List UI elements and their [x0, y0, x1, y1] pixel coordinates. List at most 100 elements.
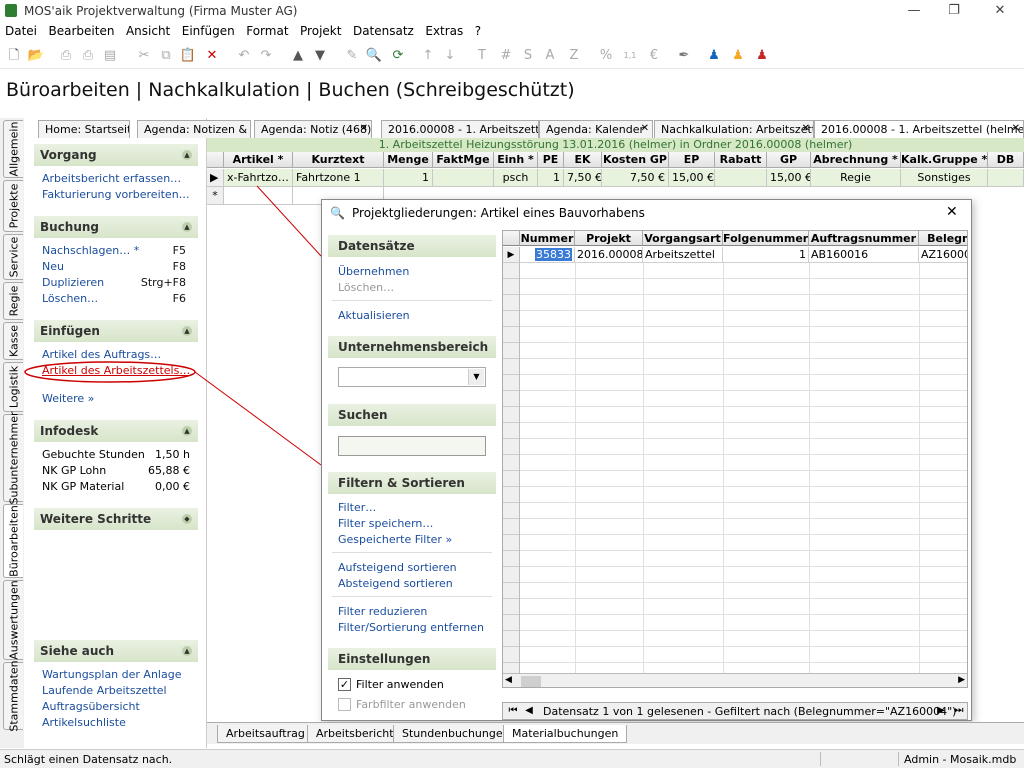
- column-header[interactable]: Abrechnung *: [811, 152, 901, 168]
- close-button[interactable]: ✕: [980, 2, 1020, 20]
- cut-icon[interactable]: ✂: [134, 46, 154, 66]
- percent-icon[interactable]: %: [596, 46, 616, 66]
- link-uebernehmen[interactable]: Übernehmen: [338, 265, 409, 278]
- section-header[interactable]: Datensätze: [328, 235, 496, 257]
- table-cell[interactable]: 15,00 €: [767, 169, 811, 187]
- table-cell[interactable]: AB160016: [809, 247, 919, 263]
- link-loeschen[interactable]: Löschen…: [42, 292, 98, 305]
- menu-datensatz[interactable]: Datensatz: [350, 22, 417, 38]
- column-header[interactable]: Nummer: [520, 231, 575, 246]
- doc-tab-arbeitszettel-1[interactable]: 2016.00008 - 1. Arbeitszettel: [381, 120, 539, 138]
- close-tab-icon[interactable]: ✕: [641, 123, 649, 134]
- horizontal-scrollbar[interactable]: ◀ ▶: [503, 673, 967, 687]
- column-header[interactable]: Projekt: [575, 231, 643, 246]
- column-header[interactable]: Kosten GP: [602, 152, 669, 168]
- doc-tab-startseite[interactable]: Home: Startseite: [38, 120, 130, 138]
- scroll-thumb[interactable]: [521, 676, 541, 687]
- menu-extras[interactable]: Extras: [422, 22, 466, 38]
- next-record-icon[interactable]: ▶: [933, 704, 949, 718]
- vtab-subunternehmer[interactable]: Subunternehmer: [3, 411, 23, 505]
- currency-icon[interactable]: €: [644, 46, 664, 66]
- previous-record-icon[interactable]: ◀: [521, 704, 537, 718]
- column-header[interactable]: Vorgangsart: [643, 231, 723, 246]
- link-aktualisieren[interactable]: Aktualisieren: [338, 309, 410, 322]
- collapse-icon[interactable]: ▲: [182, 222, 192, 232]
- link-weitere[interactable]: Weitere »: [42, 392, 94, 405]
- column-header[interactable]: Kurztext: [293, 152, 384, 168]
- table-cell[interactable]: 2016.00008: [575, 247, 643, 263]
- link-filter[interactable]: Filter…: [338, 501, 376, 514]
- column-header[interactable]: DB: [988, 152, 1024, 168]
- number-format-icon[interactable]: #: [496, 46, 516, 66]
- table-cell[interactable]: 1: [538, 169, 564, 187]
- farbfilter-checkbox[interactable]: [338, 698, 351, 711]
- link-artikel-des-auftrags[interactable]: Artikel des Auftrags…: [42, 348, 161, 361]
- column-header[interactable]: GP: [767, 152, 811, 168]
- link-filter-reduzieren[interactable]: Filter reduzieren: [338, 605, 427, 618]
- paste-icon[interactable]: 📋: [178, 46, 198, 66]
- table-cell[interactable]: [715, 169, 767, 187]
- section-header[interactable]: Filtern & Sortieren: [328, 472, 496, 494]
- table-cell[interactable]: x-Fahrtzo…: [224, 169, 293, 187]
- table-cell[interactable]: Fahrtzone 1: [293, 169, 384, 187]
- link-artikel-des-arbeitszettels[interactable]: Artikel des Arbeitszettels…: [42, 364, 190, 377]
- vtab-bueroarbeiten[interactable]: Büroarbeiten: [3, 504, 23, 578]
- link-auftragsuebersicht[interactable]: Auftragsübersicht: [42, 700, 140, 713]
- link-nachschlagen[interactable]: Nachschlagen… *: [42, 244, 139, 257]
- column-header[interactable]: Kalk.Gruppe *: [901, 152, 988, 168]
- table-cell[interactable]: AZ160004: [919, 247, 967, 263]
- table-cell[interactable]: Arbeitszettel: [643, 247, 723, 263]
- minimize-button[interactable]: —: [894, 2, 934, 20]
- vtab-projekte[interactable]: Projekte: [3, 180, 23, 232]
- sort-descending-icon[interactable]: ↓: [440, 46, 460, 66]
- vtab-kasse[interactable]: Kasse: [3, 322, 23, 360]
- menu-bearbeiten[interactable]: Bearbeiten: [46, 22, 118, 38]
- link-duplizieren[interactable]: Duplizieren: [42, 276, 104, 289]
- column-header[interactable]: PE: [538, 152, 564, 168]
- refresh-icon[interactable]: ⟳: [388, 46, 408, 66]
- previous-record-icon[interactable]: ▲: [288, 46, 308, 66]
- link-wartungsplan[interactable]: Wartungsplan der Anlage: [42, 668, 181, 681]
- decimal-icon[interactable]: 1,1: [620, 46, 640, 66]
- dialog-close-button[interactable]: ✕: [946, 204, 958, 220]
- vtab-auswertungen[interactable]: Auswertungen: [3, 580, 23, 660]
- sort-ascending-icon[interactable]: ↑: [418, 46, 438, 66]
- section-header[interactable]: Vorgang ▲: [34, 144, 198, 166]
- next-record-icon[interactable]: ▼: [310, 46, 330, 66]
- expand-icon[interactable]: ◆: [182, 514, 192, 524]
- table-cell[interactable]: 7,50 €: [602, 169, 669, 187]
- delete-icon[interactable]: ✕: [202, 46, 222, 66]
- vtab-regie[interactable]: Regie: [3, 282, 23, 320]
- link-absteigend[interactable]: Absteigend sortieren: [338, 577, 453, 590]
- redo-icon[interactable]: ↷: [256, 46, 276, 66]
- print-icon[interactable]: ⎙: [56, 46, 76, 66]
- user-red-icon[interactable]: ♟: [752, 46, 772, 66]
- tab-materialbuchungen[interactable]: Materialbuchungen: [503, 725, 628, 743]
- tools-icon[interactable]: ✒: [674, 46, 694, 66]
- column-header[interactable]: Menge: [384, 152, 433, 168]
- table-cell[interactable]: 7,50 €: [564, 169, 602, 187]
- close-tab-icon[interactable]: ✕: [360, 123, 368, 134]
- first-record-icon[interactable]: ⏮: [505, 704, 521, 718]
- doc-tab-agenda-notizen[interactable]: Agenda: Notizen & Te: [137, 120, 251, 138]
- column-header[interactable]: FaktMge: [433, 152, 494, 168]
- section-header[interactable]: Siehe auch ▲: [34, 640, 198, 662]
- link-arbeitsbericht-erfassen[interactable]: Arbeitsbericht erfassen…: [42, 172, 181, 185]
- table-cell[interactable]: [988, 169, 1024, 187]
- section-header[interactable]: Suchen: [328, 404, 496, 426]
- menu-help[interactable]: ?: [472, 22, 484, 38]
- row-selector-icon[interactable]: ▶: [207, 169, 224, 187]
- close-tab-icon[interactable]: ✕: [802, 123, 810, 134]
- link-artikelsuchliste[interactable]: Artikelsuchliste: [42, 716, 126, 729]
- vtab-logistik[interactable]: Logistik: [3, 362, 23, 412]
- link-fakturierung-vorbereiten[interactable]: Fakturierung vorbereiten…: [42, 188, 190, 201]
- section-header[interactable]: Weitere Schritte ◆: [34, 508, 198, 530]
- doc-tab-nachkalkulation[interactable]: Nachkalkulation: Arbeitszettel ✕: [654, 120, 814, 138]
- doc-tab-agenda-kalender[interactable]: Agenda: Kalender ✕: [539, 120, 653, 138]
- table-cell[interactable]: 15,00 €: [669, 169, 715, 187]
- column-header[interactable]: EK: [564, 152, 602, 168]
- text-format-icon[interactable]: T: [472, 46, 492, 66]
- tab-arbeitsbericht[interactable]: Arbeitsbericht: [307, 725, 403, 743]
- link-gespeicherte-filter[interactable]: Gespeicherte Filter »: [338, 533, 452, 546]
- last-record-icon[interactable]: ⏭: [951, 704, 967, 718]
